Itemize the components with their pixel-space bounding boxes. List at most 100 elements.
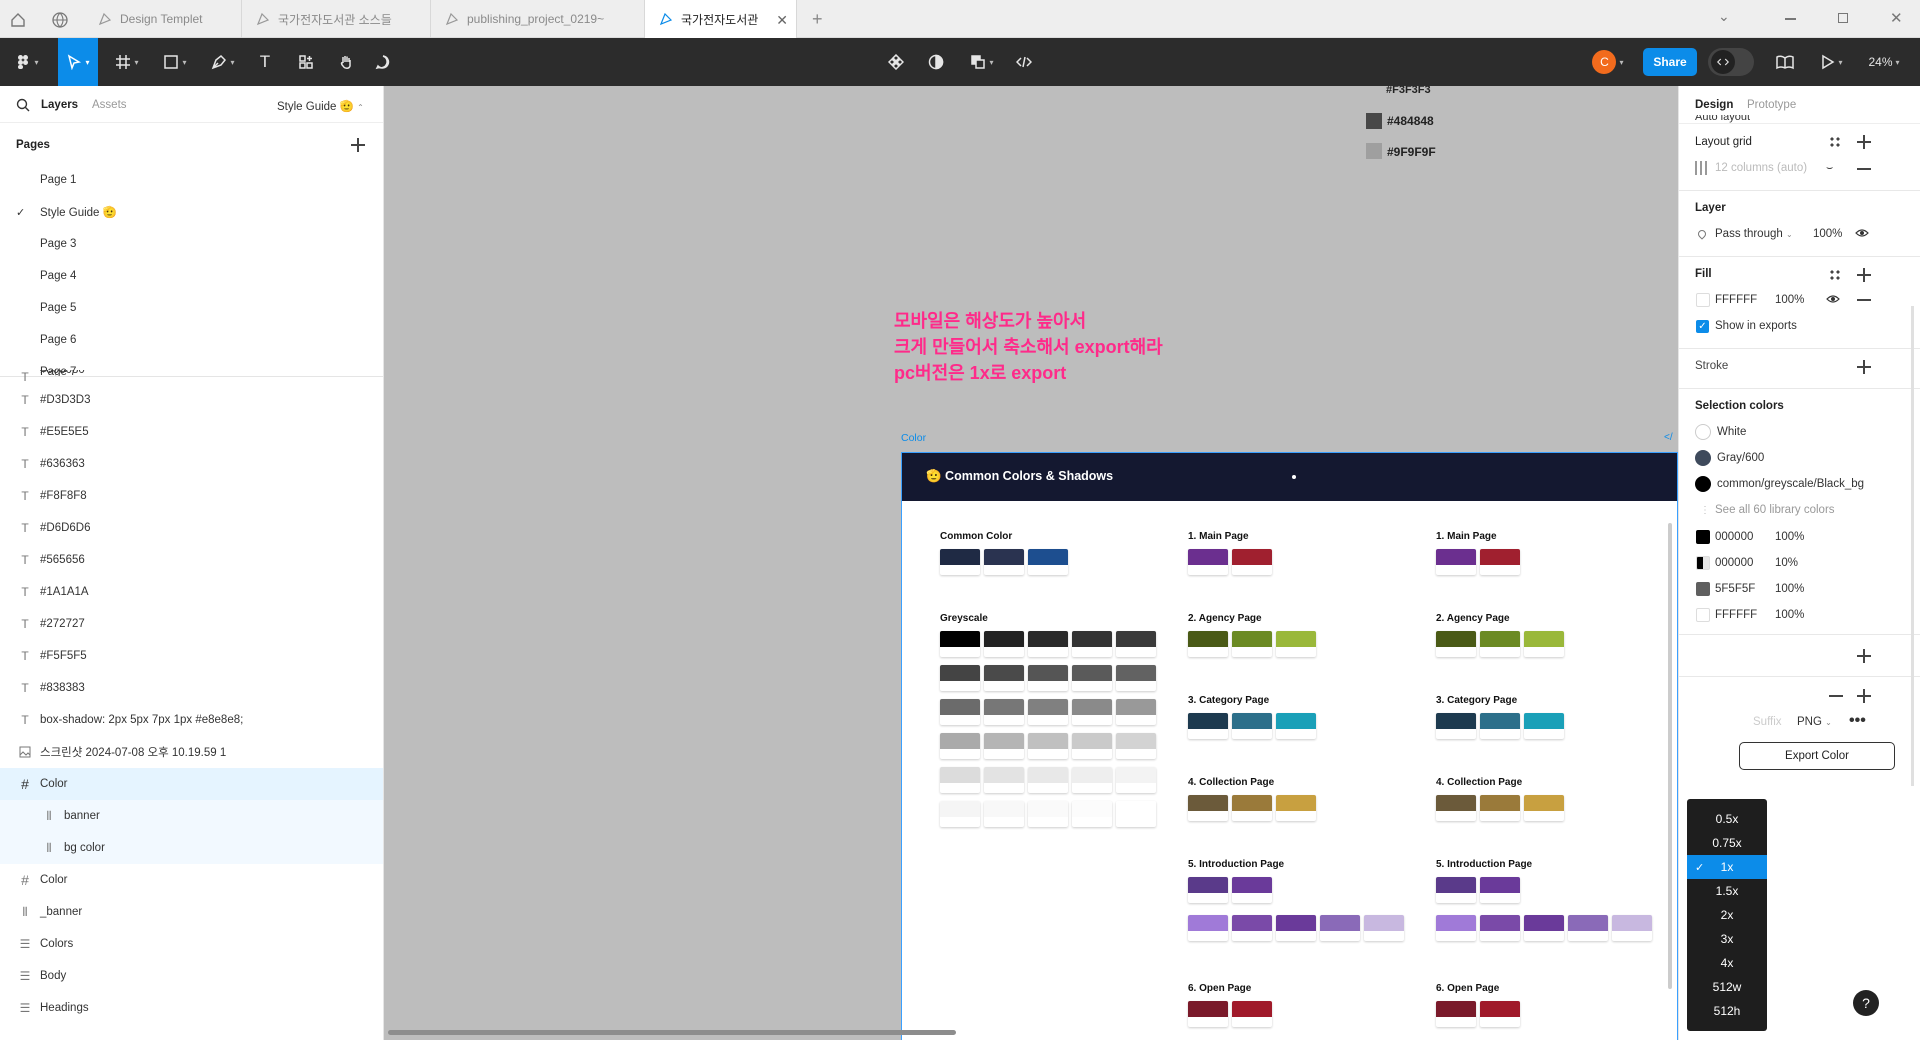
columns-icon[interactable] xyxy=(1695,161,1707,175)
selection-opacity[interactable]: 100% xyxy=(1775,583,1804,595)
remove-fill-icon[interactable] xyxy=(1857,299,1871,301)
remove-grid-icon[interactable] xyxy=(1857,168,1871,170)
layer-row[interactable]: ⦀ banner xyxy=(0,800,383,832)
color-swatch[interactable] xyxy=(1366,143,1382,159)
dev-code-icon[interactable] xyxy=(1014,38,1034,86)
layer-row[interactable]: T #F5F5F5 xyxy=(0,640,383,672)
layer-row[interactable]: # Color xyxy=(0,864,383,896)
move-tool[interactable]: ▾ xyxy=(58,38,98,86)
layer-row[interactable]: T #1A1A1A xyxy=(0,576,383,608)
color-swatch[interactable] xyxy=(1696,582,1710,596)
eye-icon[interactable] xyxy=(1855,226,1869,243)
fill-swatch[interactable] xyxy=(1696,293,1710,307)
blend-mode-select[interactable]: Pass through ⌄ xyxy=(1715,228,1793,240)
see-all-colors-link[interactable]: See all 60 library colors xyxy=(1715,504,1835,516)
layer-row[interactable]: T #272727 xyxy=(0,608,383,640)
selection-hex[interactable]: 000000 xyxy=(1715,557,1753,569)
maximize-icon[interactable] xyxy=(1838,13,1848,23)
library-icon[interactable] xyxy=(1774,38,1796,86)
eye-icon[interactable] xyxy=(1826,292,1840,309)
globe-icon[interactable] xyxy=(50,10,70,30)
scale-option[interactable]: 512h xyxy=(1687,999,1767,1023)
layer-row[interactable]: T #636363 xyxy=(0,448,383,480)
minimize-icon[interactable] xyxy=(1785,18,1796,20)
frame-name-label[interactable]: Color xyxy=(901,432,926,444)
tab-layers[interactable]: Layers xyxy=(41,99,78,111)
grid-value[interactable]: 12 columns (auto) xyxy=(1715,162,1807,174)
add-grid-icon[interactable] xyxy=(1857,135,1871,149)
tab-active[interactable]: 국가전자도서관 ✕ xyxy=(645,0,797,38)
selection-hex[interactable]: FFFFFF xyxy=(1715,609,1757,621)
color-swatch[interactable] xyxy=(1696,556,1710,570)
selection-opacity[interactable]: 10% xyxy=(1775,557,1798,569)
scale-option[interactable]: 3x xyxy=(1687,927,1767,951)
tab-prototype[interactable]: Prototype xyxy=(1747,99,1796,111)
tab-assets[interactable]: Assets xyxy=(92,99,127,111)
tab-design[interactable]: Design xyxy=(1695,99,1733,111)
new-tab-icon[interactable]: + xyxy=(812,9,823,30)
share-button[interactable]: Share xyxy=(1643,48,1697,76)
color-swatch[interactable] xyxy=(1696,530,1710,544)
scale-option-selected[interactable]: ✓ 1x xyxy=(1687,855,1767,879)
code-icon[interactable]: </ xyxy=(1664,432,1673,443)
selection-opacity[interactable]: 100% xyxy=(1775,531,1804,543)
hand-tool[interactable] xyxy=(336,38,356,86)
scale-option[interactable]: 512w xyxy=(1687,975,1767,999)
layer-row[interactable]: T #D6D6D6 xyxy=(0,512,383,544)
fill-styles-icon[interactable] xyxy=(1829,269,1841,281)
close-icon[interactable]: ✕ xyxy=(776,12,788,29)
page-item[interactable]: Page 5 xyxy=(0,292,383,324)
layer-row[interactable]: Tbox-shadow: 2px 5px 7px 1px #e8e8e8; xyxy=(0,704,383,736)
color-dot[interactable] xyxy=(1695,476,1711,492)
layer-opacity[interactable]: 100% xyxy=(1813,228,1842,240)
color-frame[interactable]: 🫡 Common Colors & Shadows Common Color G… xyxy=(901,452,1678,1040)
layer-row[interactable]: ☰ Headings xyxy=(0,992,383,1024)
help-button[interactable]: ? xyxy=(1853,990,1879,1016)
page-item[interactable]: Page 3 xyxy=(0,228,383,260)
shape-tool[interactable]: ▾ xyxy=(158,38,192,86)
resources-tool[interactable] xyxy=(296,38,316,86)
pen-tool[interactable]: ▾ xyxy=(206,38,240,86)
text-tool[interactable]: T xyxy=(254,38,276,86)
color-swatch[interactable] xyxy=(1366,113,1382,129)
scale-option[interactable]: 1.5x xyxy=(1687,879,1767,903)
page-item[interactable]: Page 6 xyxy=(0,324,383,356)
component-icon[interactable] xyxy=(886,38,906,86)
zoom-menu[interactable]: 24% ▾ xyxy=(1860,38,1908,86)
format-select[interactable]: PNG ⌄ xyxy=(1797,716,1832,728)
page-item[interactable]: Page 1 xyxy=(0,164,383,196)
layer-row[interactable]: T #E5E5E5 xyxy=(0,416,383,448)
page-item-active[interactable]: ✓ Style Guide 🫡 xyxy=(0,196,383,228)
search-icon[interactable] xyxy=(16,98,30,115)
horizontal-scrollbar[interactable] xyxy=(388,1030,956,1035)
chevron-down-icon[interactable]: ⌄ xyxy=(1718,8,1730,25)
home-icon[interactable] xyxy=(8,10,28,30)
boolean-icon[interactable]: ▾ xyxy=(966,38,998,86)
mask-icon[interactable] xyxy=(926,38,946,86)
selection-color-name[interactable]: White xyxy=(1717,426,1746,438)
color-dot[interactable] xyxy=(1695,424,1711,440)
selection-hex[interactable]: 5F5F5F xyxy=(1715,583,1755,595)
layer-row[interactable]: ☰ Colors xyxy=(0,928,383,960)
panel-scrollbar[interactable] xyxy=(1911,306,1914,786)
layer-row[interactable]: ⦀ bg color xyxy=(0,832,383,864)
layer-row[interactable]: T #F8F8F8 xyxy=(0,480,383,512)
add-page-icon[interactable] xyxy=(351,138,365,152)
fill-opacity[interactable]: 100% xyxy=(1775,294,1804,306)
tab-design-templet[interactable]: Design Templet xyxy=(84,0,242,38)
color-dot[interactable] xyxy=(1695,450,1711,466)
export-button[interactable]: Export Color xyxy=(1739,742,1895,770)
layer-row[interactable]: ☰ Body xyxy=(0,960,383,992)
add-stroke-icon[interactable] xyxy=(1857,360,1871,374)
scale-option[interactable]: 4x xyxy=(1687,951,1767,975)
suffix-input[interactable]: Suffix xyxy=(1753,716,1782,728)
comment-tool[interactable] xyxy=(373,38,393,86)
page-switcher[interactable]: Style Guide 🫡 ⌃ xyxy=(277,99,364,113)
selection-hex[interactable]: 000000 xyxy=(1715,531,1753,543)
layer-row-selected[interactable]: # Color xyxy=(0,768,383,800)
window-close-icon[interactable]: ✕ xyxy=(1890,9,1903,27)
scale-option[interactable]: 0.75x xyxy=(1687,831,1767,855)
more-options-icon[interactable]: ••• xyxy=(1849,712,1866,730)
scale-option[interactable]: 2x xyxy=(1687,903,1767,927)
frame-scrollbar[interactable] xyxy=(1668,523,1672,989)
